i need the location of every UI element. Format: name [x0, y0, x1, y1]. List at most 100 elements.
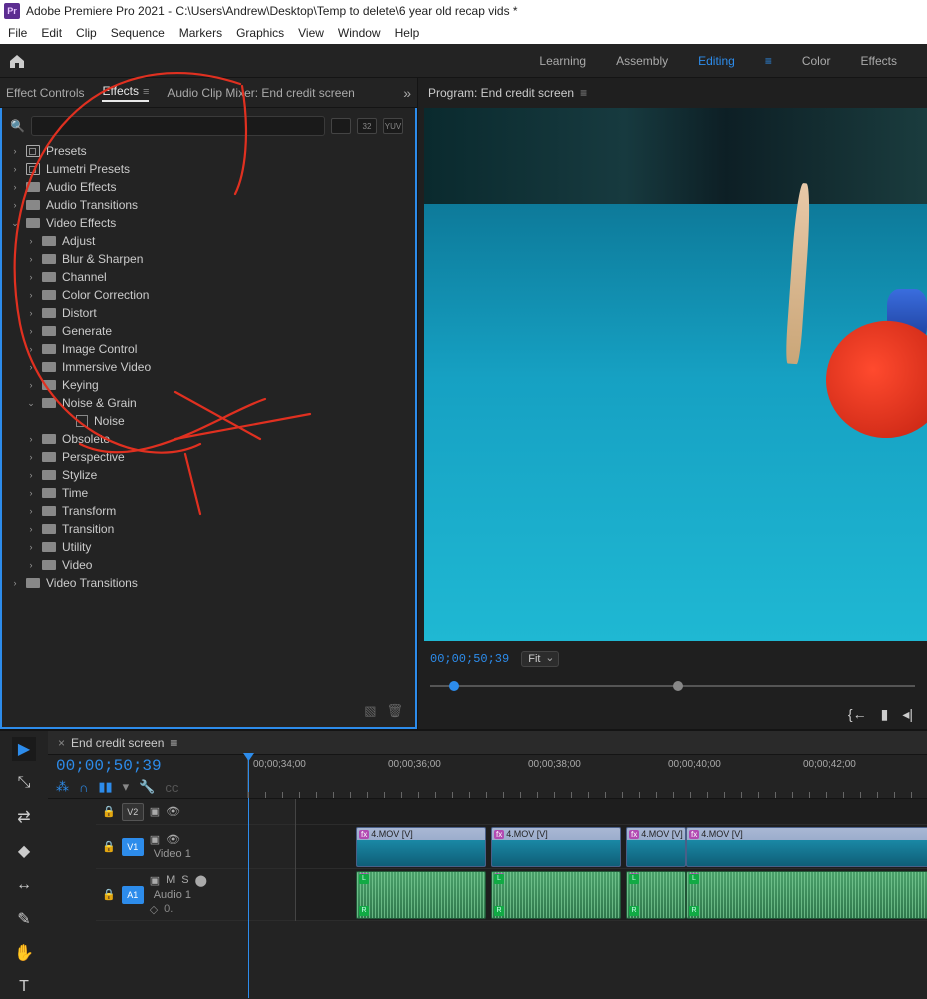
- track-badge-v2[interactable]: V2: [122, 803, 144, 821]
- audio-clip[interactable]: fxLR: [356, 871, 486, 919]
- menu-clip[interactable]: Clip: [76, 26, 97, 40]
- timeline-tab[interactable]: × End credit screen ≡: [48, 731, 927, 755]
- menu-view[interactable]: View: [298, 26, 324, 40]
- workspace-learning[interactable]: Learning: [539, 54, 586, 68]
- video-clip[interactable]: fx4.MOV [V]: [686, 827, 927, 867]
- lock-icon[interactable]: 🔒: [102, 840, 116, 853]
- chevron-right-icon[interactable]: ›: [10, 578, 20, 588]
- chevron-right-icon[interactable]: ›: [26, 560, 36, 570]
- effect-folder[interactable]: ›Blur & Sharpen: [2, 250, 415, 268]
- time-ruler[interactable]: 00;00;34;0000;00;36;0000;00;38;0000;00;4…: [248, 755, 927, 798]
- effect-folder[interactable]: ›Immersive Video: [2, 358, 415, 376]
- program-video[interactable]: [424, 108, 927, 641]
- effect-folder[interactable]: ›Utility: [2, 538, 415, 556]
- track-header-v2[interactable]: 🔒 V2 ▣ 👁: [96, 799, 295, 825]
- eye-icon[interactable]: 👁: [166, 805, 180, 818]
- new-bin-icon[interactable]: ▧: [364, 703, 376, 719]
- audio-clip[interactable]: fxLR: [686, 871, 927, 919]
- filter-yuv-icon[interactable]: YUV: [383, 118, 403, 134]
- effect-folder[interactable]: ›Generate: [2, 322, 415, 340]
- effect-folder[interactable]: ›Stylize: [2, 466, 415, 484]
- program-tab[interactable]: Program: End credit screen: [428, 86, 574, 100]
- effect-folder[interactable]: ›Video Transitions: [2, 574, 415, 592]
- toggle-output-icon[interactable]: ▣: [150, 874, 160, 887]
- home-button[interactable]: [0, 44, 34, 78]
- effects-tree[interactable]: ›Presets›Lumetri Presets›Audio Effects›A…: [2, 140, 415, 699]
- audio-clip[interactable]: fxLR: [626, 871, 686, 919]
- menu-file[interactable]: File: [8, 26, 27, 40]
- chevron-down-icon[interactable]: ⌄: [10, 218, 20, 229]
- chevron-right-icon[interactable]: ›: [26, 272, 36, 282]
- toggle-output-icon[interactable]: ▣: [150, 833, 160, 846]
- toggle-output-icon[interactable]: ▣: [150, 805, 160, 818]
- menu-window[interactable]: Window: [338, 26, 381, 40]
- razor-tool[interactable]: ◆: [12, 839, 36, 863]
- chevron-right-icon[interactable]: ›: [26, 290, 36, 300]
- chevron-right-icon[interactable]: ›: [10, 200, 20, 210]
- effects-search-input[interactable]: [31, 116, 325, 136]
- timeline-menu-icon[interactable]: ≡: [170, 736, 177, 750]
- video-clip[interactable]: fx4.MOV [V]: [626, 827, 686, 867]
- panel-expand-icon[interactable]: »: [403, 85, 411, 101]
- eye-icon[interactable]: 👁: [166, 833, 180, 846]
- tab-effects[interactable]: Effects≡: [102, 84, 149, 102]
- effect-folder[interactable]: ›Adjust: [2, 232, 415, 250]
- track-header-a1[interactable]: 🔒 A1 ▣ M S ⬤ Audio 1 ◇0.: [96, 869, 295, 921]
- lock-icon[interactable]: 🔒: [102, 888, 116, 901]
- effect-item[interactable]: Noise: [2, 412, 415, 430]
- menu-help[interactable]: Help: [395, 26, 420, 40]
- keyframe-icon[interactable]: ◇: [150, 903, 158, 916]
- program-menu-icon[interactable]: ≡: [580, 86, 587, 100]
- effect-folder[interactable]: ›Presets: [2, 142, 415, 160]
- captions-icon[interactable]: cc: [165, 780, 178, 795]
- effect-folder[interactable]: ›Distort: [2, 304, 415, 322]
- filter-accelerated-icon[interactable]: [331, 118, 351, 134]
- timeline-tracks[interactable]: fx4.MOV [V]fx4.MOV [V]fx4.MOV [V]fx4.MOV…: [296, 799, 927, 921]
- ripple-edit-tool[interactable]: ⇄: [12, 805, 36, 829]
- snap-icon[interactable]: ⁂: [56, 779, 69, 795]
- video-clip[interactable]: fx4.MOV [V]: [491, 827, 621, 867]
- filter-32bit-icon[interactable]: 32: [357, 118, 377, 134]
- track-badge-a1[interactable]: A1: [122, 886, 144, 904]
- audio-clip[interactable]: fxLR: [491, 871, 621, 919]
- workspace-color[interactable]: Color: [802, 54, 831, 68]
- chevron-right-icon[interactable]: ›: [26, 380, 36, 390]
- delete-icon[interactable]: 🗑: [386, 703, 403, 719]
- menu-graphics[interactable]: Graphics: [236, 26, 284, 40]
- tab-audio-clip-mixer[interactable]: Audio Clip Mixer: End credit screen: [167, 86, 354, 100]
- chevron-right-icon[interactable]: ›: [26, 362, 36, 372]
- mute-button[interactable]: M: [166, 874, 175, 887]
- menu-markers[interactable]: Markers: [179, 26, 222, 40]
- step-back-button[interactable]: ◂|: [902, 706, 913, 723]
- wrench-icon[interactable]: 🔧: [139, 779, 155, 795]
- chevron-down-icon[interactable]: ⌄: [26, 398, 36, 409]
- effect-folder[interactable]: ›Time: [2, 484, 415, 502]
- effect-folder[interactable]: ›Audio Effects: [2, 178, 415, 196]
- chevron-right-icon[interactable]: ›: [26, 434, 36, 444]
- effect-folder[interactable]: ›Color Correction: [2, 286, 415, 304]
- chevron-right-icon[interactable]: ›: [26, 506, 36, 516]
- solo-button[interactable]: S: [181, 874, 188, 887]
- menu-edit[interactable]: Edit: [41, 26, 62, 40]
- chevron-right-icon[interactable]: ›: [26, 470, 36, 480]
- effect-folder[interactable]: ›Transform: [2, 502, 415, 520]
- close-icon[interactable]: ×: [58, 736, 65, 750]
- chevron-right-icon[interactable]: ›: [26, 254, 36, 264]
- chevron-right-icon[interactable]: ›: [26, 344, 36, 354]
- add-marker-button[interactable]: ▮: [881, 706, 889, 723]
- effect-folder[interactable]: ›Obsolete: [2, 430, 415, 448]
- pen-tool[interactable]: ✎: [12, 907, 36, 931]
- record-icon[interactable]: ⬤: [195, 874, 207, 887]
- effect-folder[interactable]: ›Keying: [2, 376, 415, 394]
- video-clip[interactable]: fx4.MOV [V]: [356, 827, 486, 867]
- effect-folder[interactable]: ›Channel: [2, 268, 415, 286]
- effect-folder[interactable]: ›Image Control: [2, 340, 415, 358]
- track-select-tool[interactable]: ⤡: [12, 771, 36, 795]
- effect-folder[interactable]: ›Audio Transitions: [2, 196, 415, 214]
- linked-selection-icon[interactable]: ∩: [79, 780, 88, 795]
- chevron-right-icon[interactable]: ›: [26, 524, 36, 534]
- workspace-assembly[interactable]: Assembly: [616, 54, 668, 68]
- chevron-right-icon[interactable]: ›: [10, 164, 20, 174]
- track-badge-v1[interactable]: V1: [122, 838, 144, 856]
- chevron-right-icon[interactable]: ›: [10, 146, 20, 156]
